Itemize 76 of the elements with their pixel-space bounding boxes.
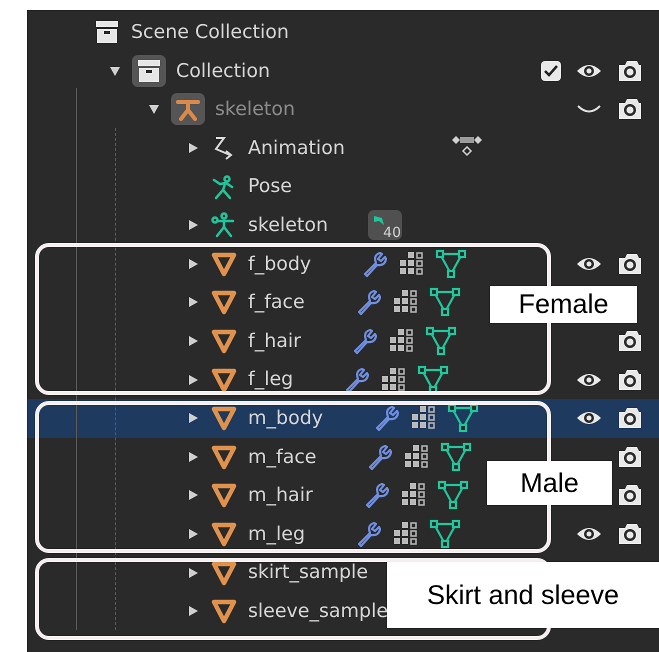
expand-arrow-icon[interactable] xyxy=(187,528,199,540)
triangle-icon xyxy=(210,250,238,277)
triangle-icon xyxy=(210,405,238,432)
triangle-icon xyxy=(210,482,238,508)
annotation-label: Male xyxy=(487,461,612,505)
grid-icon[interactable] xyxy=(393,521,420,548)
camera-icon[interactable] xyxy=(617,252,643,276)
wrench-icon[interactable] xyxy=(373,404,401,432)
mesh-triangle-icon[interactable] xyxy=(440,442,472,472)
item-name: Scene Collection xyxy=(131,20,289,46)
item-name: f_body xyxy=(248,252,312,277)
grid-icon[interactable] xyxy=(399,250,426,277)
mesh-triangle-icon[interactable] xyxy=(428,287,461,318)
grid-icon[interactable] xyxy=(404,444,430,470)
expand-arrow-icon[interactable] xyxy=(187,296,199,308)
grid-icon[interactable] xyxy=(411,405,437,432)
mesh-triangle-icon[interactable] xyxy=(429,519,462,550)
expand-arrow-icon[interactable] xyxy=(187,605,199,618)
triangle-icon xyxy=(210,328,238,354)
triangle-icon xyxy=(210,289,238,316)
item-name: Collection xyxy=(176,58,270,84)
item-name: Pose xyxy=(248,174,292,200)
bone-count: 40 xyxy=(383,226,401,240)
checkbox[interactable] xyxy=(541,60,561,81)
camera-icon[interactable] xyxy=(617,58,643,83)
mesh-triangle-icon[interactable] xyxy=(447,403,479,434)
expand-arrow-icon[interactable] xyxy=(109,64,121,77)
triangle-icon xyxy=(210,560,238,586)
selected-tree-row[interactable]: m_body xyxy=(27,398,659,438)
wrench-icon[interactable] xyxy=(343,366,372,394)
grid-icon[interactable] xyxy=(381,366,408,393)
annotation-label: Female xyxy=(490,286,637,323)
expand-arrow-icon[interactable] xyxy=(187,412,199,424)
grid-icon[interactable] xyxy=(400,482,427,508)
item-name: m_hair xyxy=(248,483,313,508)
grid-icon[interactable] xyxy=(392,289,419,316)
item-name: f_leg xyxy=(248,367,294,392)
camera-icon[interactable] xyxy=(617,444,643,469)
item-name: skeleton xyxy=(248,213,328,238)
item-name: m_leg xyxy=(248,522,306,547)
expand-arrow-icon[interactable] xyxy=(187,374,199,386)
expand-arrow-icon[interactable] xyxy=(187,219,199,232)
item-name: f_hair xyxy=(248,328,301,354)
collection-box-icon xyxy=(93,19,121,46)
expand-arrow-icon[interactable] xyxy=(148,103,160,116)
item-name: m_face xyxy=(248,444,316,470)
item-name: skirt_sample xyxy=(248,560,368,586)
expand-arrow-icon[interactable] xyxy=(187,450,199,463)
bone-icon xyxy=(372,213,386,228)
mesh-triangle-icon[interactable] xyxy=(435,248,468,279)
expand-arrow-icon[interactable] xyxy=(187,566,199,579)
grid-icon[interactable] xyxy=(388,328,415,354)
camera-icon[interactable] xyxy=(617,97,643,122)
item-name: Animation xyxy=(248,136,345,161)
expand-arrow-icon[interactable] xyxy=(187,335,199,348)
camera-icon[interactable] xyxy=(617,368,643,392)
item-name: skeleton xyxy=(215,97,295,122)
item-name: f_face xyxy=(248,290,305,316)
bone-count-badge[interactable]: 40 xyxy=(368,210,402,240)
check-icon xyxy=(544,64,558,77)
triangle-icon xyxy=(210,366,238,393)
camera-icon[interactable] xyxy=(617,522,643,546)
mesh-triangle-icon[interactable] xyxy=(436,480,469,510)
expand-arrow-icon[interactable] xyxy=(187,142,199,154)
item-name: m_body xyxy=(248,406,323,431)
camera-icon[interactable] xyxy=(617,406,643,430)
mesh-triangle-icon[interactable] xyxy=(424,326,457,356)
item-name: sleeve_sample xyxy=(248,598,388,624)
camera-icon[interactable] xyxy=(617,329,643,354)
annotation-label: Skirt and sleeve xyxy=(387,562,659,628)
triangle-icon xyxy=(210,598,238,624)
expand-arrow-icon[interactable] xyxy=(187,489,199,502)
triangle-icon xyxy=(210,444,238,470)
camera-icon[interactable] xyxy=(617,483,643,508)
expand-arrow-icon[interactable] xyxy=(187,258,199,270)
triangle-icon xyxy=(210,521,238,548)
